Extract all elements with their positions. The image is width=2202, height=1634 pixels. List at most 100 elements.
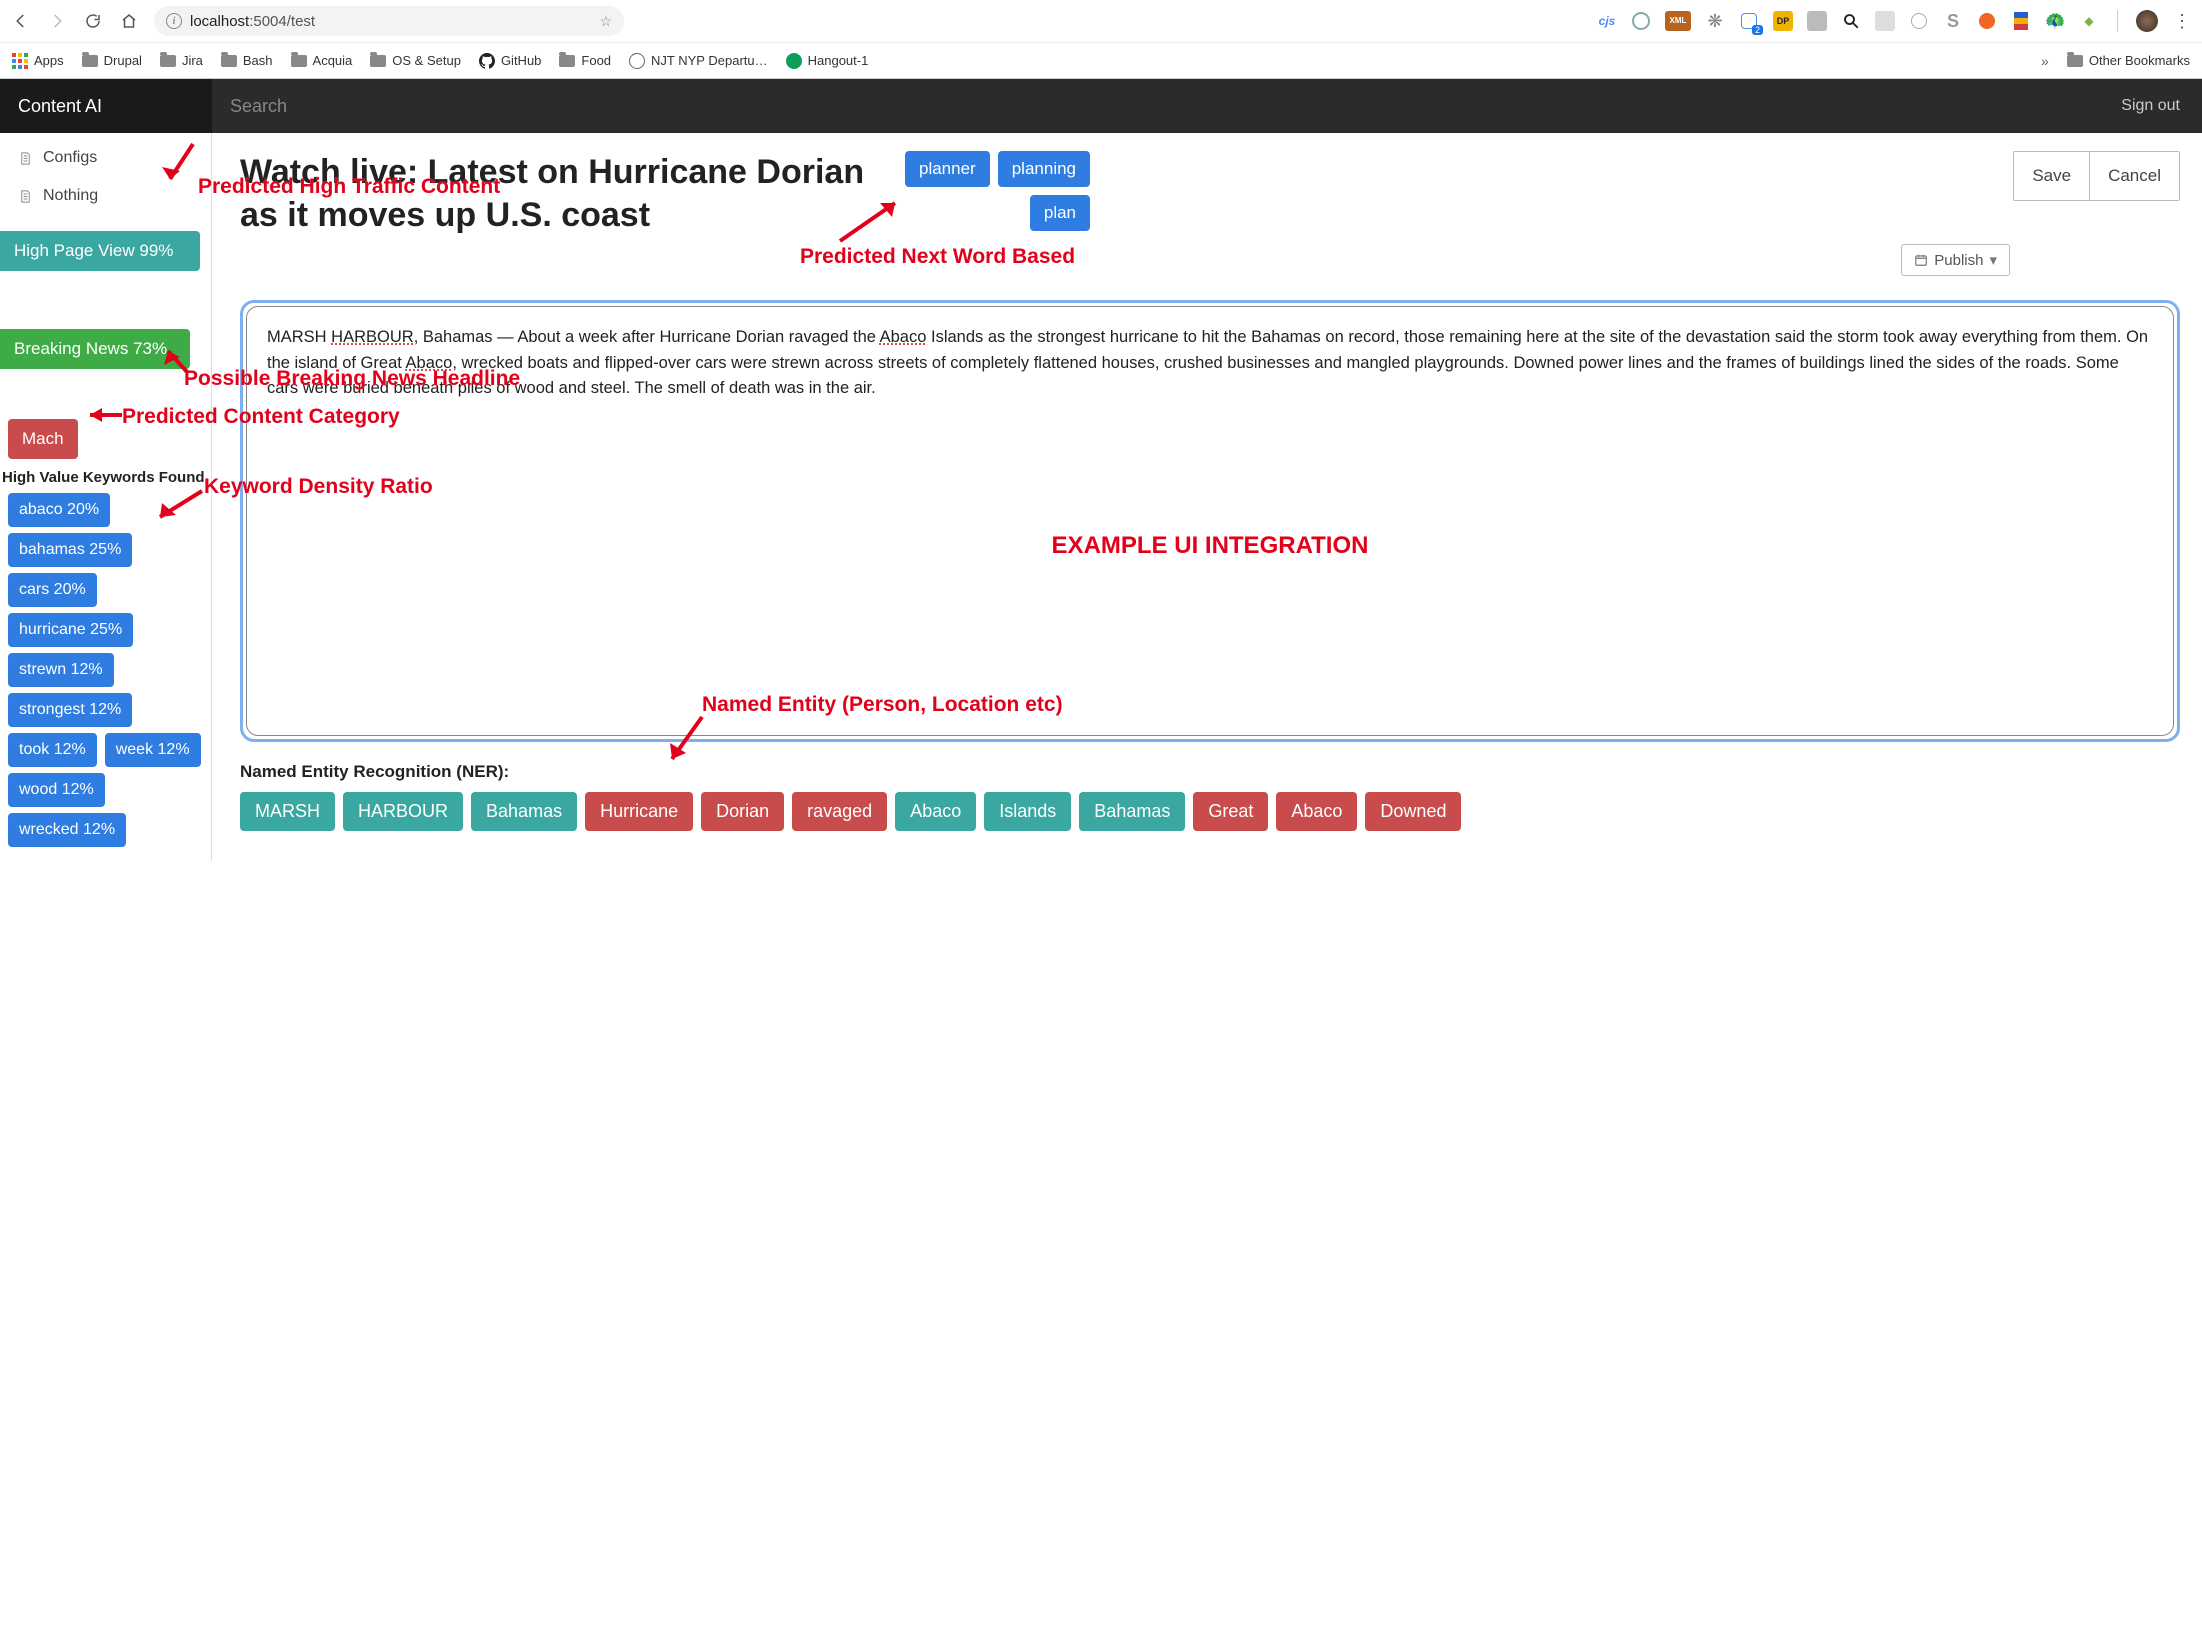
address-bar[interactable]: i localhost:5004/test ☆	[154, 6, 624, 36]
ner-chip: Islands	[984, 792, 1071, 831]
ner-section-title: Named Entity Recognition (NER):	[240, 762, 2180, 782]
ext-circle-icon[interactable]	[1909, 11, 1929, 31]
keyword-chip: strongest 12%	[8, 693, 132, 727]
suggestion-box: planner planning plan	[900, 151, 1090, 231]
ext-xml-icon[interactable]: XML	[1665, 11, 1691, 31]
folder-icon	[2067, 55, 2083, 67]
ext-dp-icon[interactable]: DP	[1773, 11, 1793, 31]
ner-chip: Hurricane	[585, 792, 693, 831]
bookmark-acquia[interactable]: Acquia	[291, 53, 353, 68]
category-pill: Mach	[8, 419, 78, 459]
action-button-group: Save Cancel	[2013, 151, 2180, 201]
forward-button[interactable]	[46, 10, 68, 32]
ner-chip: ravaged	[792, 792, 887, 831]
chrome-toolbar: i localhost:5004/test ☆ cjs XML ❋ 2 DP S…	[0, 0, 2202, 42]
ext-gray2-icon[interactable]	[1875, 11, 1895, 31]
keyword-chip: strewn 12%	[8, 653, 114, 687]
keyword-chip: wood 12%	[8, 773, 105, 807]
ner-chip: Abaco	[895, 792, 976, 831]
ner-chip: Bahamas	[1079, 792, 1185, 831]
hangout-icon	[786, 53, 802, 69]
folder-icon	[291, 55, 307, 67]
calendar-icon	[1914, 253, 1928, 267]
reload-button[interactable]	[82, 10, 104, 32]
bookmark-drupal[interactable]: Drupal	[82, 53, 142, 68]
document-icon	[18, 189, 33, 204]
editor-frame: MARSH HARBOUR, Bahamas — About a week af…	[240, 300, 2180, 742]
high-page-view-pill: High Page View 99%	[0, 231, 200, 271]
ner-chip: Great	[1193, 792, 1268, 831]
browser-chrome: i localhost:5004/test ☆ cjs XML ❋ 2 DP S…	[0, 0, 2202, 79]
annotation-example-label: EXAMPLE UI INTEGRATION	[1052, 527, 1369, 564]
publish-button[interactable]: Publish ▾	[1901, 244, 2010, 276]
ext-skype-icon[interactable]: S	[1943, 11, 1963, 31]
editor-textarea[interactable]: MARSH HARBOUR, Bahamas — About a week af…	[246, 306, 2174, 736]
bookmark-jira[interactable]: Jira	[160, 53, 203, 68]
chevron-down-icon: ▾	[1989, 251, 1997, 269]
bookmark-njt[interactable]: NJT NYP Departu…	[629, 53, 768, 69]
site-info-icon[interactable]: i	[166, 13, 182, 29]
folder-icon	[221, 55, 237, 67]
ext-stripe-icon[interactable]	[2011, 11, 2031, 31]
bookmark-hangout[interactable]: Hangout-1	[786, 53, 869, 69]
save-button[interactable]: Save	[2014, 152, 2089, 200]
home-button[interactable]	[118, 10, 140, 32]
apps-grid-icon	[12, 53, 28, 69]
ner-chip: Bahamas	[471, 792, 577, 831]
keyword-chip: cars 20%	[8, 573, 97, 607]
suggestion-chip[interactable]: planning	[998, 151, 1090, 187]
folder-icon	[370, 55, 386, 67]
bookmark-bash[interactable]: Bash	[221, 53, 273, 68]
ner-chip: HARBOUR	[343, 792, 463, 831]
keyword-chip: took 12%	[8, 733, 97, 767]
globe-icon	[629, 53, 645, 69]
ext-nbc-icon[interactable]: 🦚	[2045, 11, 2065, 31]
bookmark-star-icon[interactable]: ☆	[599, 13, 612, 30]
search-container	[212, 96, 2099, 117]
folder-icon	[82, 55, 98, 67]
bookmark-os-setup[interactable]: OS & Setup	[370, 53, 461, 68]
sidebar-link-nothing[interactable]: Nothing	[0, 177, 211, 215]
ext-moon-icon[interactable]	[1631, 11, 1651, 31]
extension-icons: cjs XML ❋ 2 DP S 🦚 ◆ ⋮	[1597, 10, 2192, 32]
sidebar: Configs Nothing High Page View 99% Break…	[0, 133, 212, 861]
keywords-section-title: High Value Keywords Found	[0, 465, 211, 490]
back-button[interactable]	[10, 10, 32, 32]
ext-cjs-icon[interactable]: cjs	[1597, 11, 1617, 31]
bookmark-food[interactable]: Food	[559, 53, 611, 68]
bookmarks-bar: Apps Drupal Jira Bash Acquia OS & Setup …	[0, 42, 2202, 78]
folder-icon	[559, 55, 575, 67]
bookmark-other[interactable]: Other Bookmarks	[2067, 53, 2190, 68]
keyword-chip: hurricane 25%	[8, 613, 133, 647]
search-icon[interactable]	[1841, 11, 1861, 31]
ext-gray1-icon[interactable]	[1807, 11, 1827, 31]
sidebar-link-configs[interactable]: Configs	[0, 139, 211, 177]
github-icon	[479, 53, 495, 69]
breaking-news-pill: Breaking News 73%	[0, 329, 190, 369]
bookmark-overflow-icon[interactable]: »	[2041, 53, 2049, 69]
suggestion-chip[interactable]: planner	[905, 151, 990, 187]
ext-green-icon[interactable]: ◆	[2079, 11, 2099, 31]
chrome-menu-icon[interactable]: ⋮	[2172, 11, 2192, 31]
keyword-chip: week 12%	[105, 733, 201, 767]
keywords-list: abaco 20% bahamas 25% cars 20% hurricane…	[0, 490, 211, 850]
bookmark-apps[interactable]: Apps	[12, 53, 64, 69]
page-title: Watch live: Latest on Hurricane Dorian a…	[240, 151, 880, 236]
ext-phone-icon[interactable]: 2	[1739, 11, 1759, 31]
signout-link[interactable]: Sign out	[2099, 97, 2202, 115]
keyword-chip: abaco 20%	[8, 493, 110, 527]
ext-gear-icon[interactable]: ❋	[1705, 11, 1725, 31]
folder-icon	[160, 55, 176, 67]
suggestion-chip[interactable]: plan	[1030, 195, 1090, 231]
document-icon	[18, 151, 33, 166]
main-content: Watch live: Latest on Hurricane Dorian a…	[212, 133, 2202, 861]
profile-avatar[interactable]	[2136, 10, 2158, 32]
bookmark-github[interactable]: GitHub	[479, 53, 541, 69]
keyword-chip: bahamas 25%	[8, 533, 132, 567]
cancel-button[interactable]: Cancel	[2089, 152, 2179, 200]
ext-orange-icon[interactable]	[1977, 11, 1997, 31]
search-input[interactable]	[230, 96, 2099, 117]
ner-chip: Dorian	[701, 792, 784, 831]
ner-chip: Abaco	[1276, 792, 1357, 831]
keyword-chip: wrecked 12%	[8, 813, 126, 847]
